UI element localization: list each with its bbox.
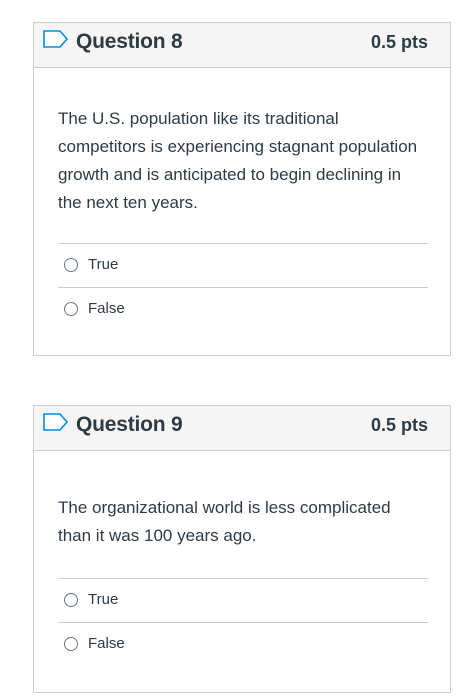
radio-button[interactable] — [64, 637, 78, 651]
answer-list: True False — [58, 578, 428, 666]
answer-option-true[interactable]: True — [58, 578, 428, 622]
question-header: Question 8 0.5 pts — [34, 23, 450, 68]
answer-option-false[interactable]: False — [58, 287, 428, 331]
answer-option-true[interactable]: True — [58, 243, 428, 287]
flag-question-icon[interactable] — [43, 413, 68, 431]
question-text: The U.S. population like its traditional… — [58, 109, 418, 212]
radio-button[interactable] — [64, 302, 78, 316]
answer-option-false[interactable]: False — [58, 622, 428, 666]
question-text: The organizational world is less complic… — [58, 498, 391, 545]
answer-label[interactable]: False — [88, 635, 125, 652]
question-header: Question 9 0.5 pts — [34, 406, 450, 451]
answer-list: True False — [58, 243, 428, 331]
answer-label[interactable]: True — [88, 591, 118, 608]
question-points: 0.5 pts — [370, 415, 428, 435]
radio-button[interactable] — [64, 258, 78, 272]
question-9: Question 9 0.5 pts The organizational wo… — [33, 405, 451, 693]
question-title: Question 8 — [76, 30, 183, 53]
answer-label[interactable]: False — [88, 300, 125, 317]
flag-question-icon[interactable] — [43, 30, 68, 48]
answer-label[interactable]: True — [88, 256, 118, 273]
question-title: Question 9 — [76, 413, 183, 436]
question-8: Question 8 0.5 pts The U.S. population l… — [33, 22, 451, 356]
radio-button[interactable] — [64, 593, 78, 607]
question-points: 0.5 pts — [370, 32, 428, 52]
